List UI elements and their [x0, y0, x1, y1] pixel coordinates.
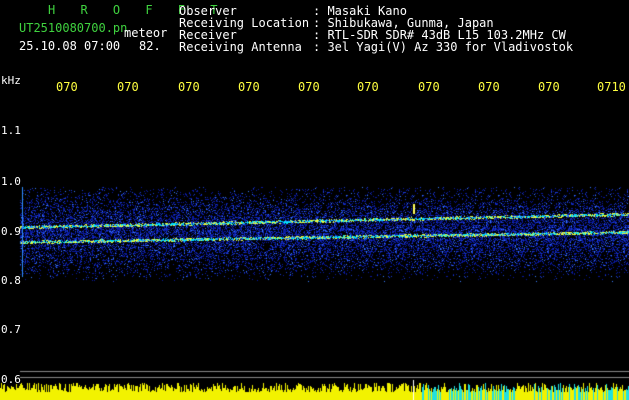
- freq-tick: 0.7: [1, 323, 21, 336]
- antenna-label: Receiving Antenna: [179, 40, 302, 54]
- freq-tick: 0.9: [1, 225, 21, 238]
- unit-label: kHz: [1, 74, 21, 87]
- freq-tick: 1.0: [1, 175, 21, 188]
- freq-tick: 0.6: [1, 373, 21, 386]
- file-name: UT2510080700.pn: [19, 21, 128, 35]
- header: H R O F F T UT2510080700.pn meteor 25.10…: [0, 0, 629, 72]
- freq-tick: 0.8: [1, 274, 21, 287]
- freq-tick: 1.1: [1, 124, 21, 137]
- meteor-label: meteor: [124, 26, 168, 40]
- spectrogram: [0, 92, 629, 400]
- antenna-value: : 3el Yagi(V) Az 330 for Vladivostok: [313, 40, 574, 54]
- meteor-count: 82.: [139, 39, 161, 53]
- date-time: 25.10.08 07:00: [19, 39, 121, 53]
